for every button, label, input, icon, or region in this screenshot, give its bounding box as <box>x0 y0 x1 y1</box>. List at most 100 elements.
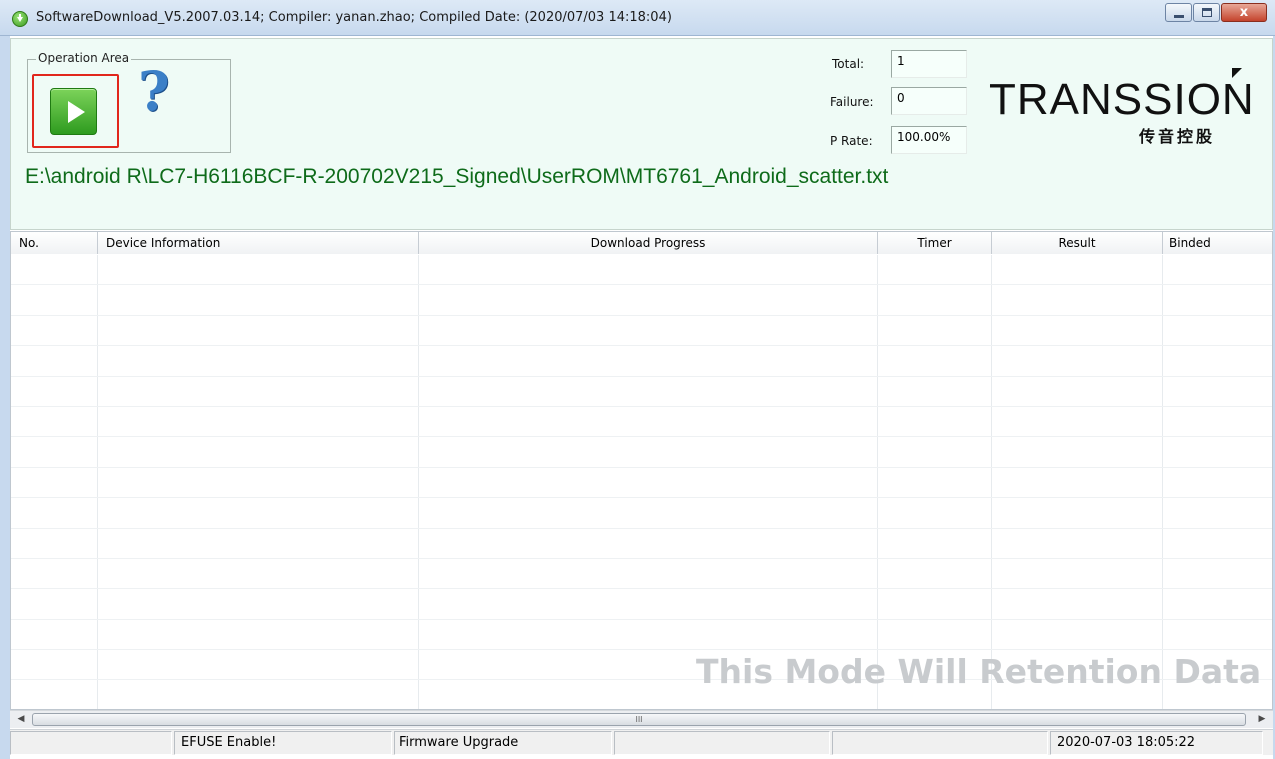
table-cell <box>878 285 992 315</box>
table-cell <box>1163 377 1272 406</box>
table-cell <box>419 255 878 285</box>
table-row[interactable] <box>11 285 1272 316</box>
horizontal-scrollbar[interactable]: ◀ III ▶ <box>10 710 1273 728</box>
table-cell <box>419 346 878 376</box>
table-cell <box>419 376 878 406</box>
column-header-no[interactable]: No. <box>11 232 98 254</box>
table-row[interactable] <box>11 255 1272 286</box>
title-bar[interactable]: SoftwareDownload_V5.2007.03.14; Compiler… <box>0 0 1275 36</box>
table-cell <box>98 619 419 650</box>
minimize-icon <box>1174 15 1184 18</box>
failure-label: Failure: <box>830 95 874 109</box>
table-row[interactable] <box>11 589 1272 620</box>
table-cell <box>992 558 1163 589</box>
table-cell <box>98 255 419 285</box>
table-cell <box>419 315 878 346</box>
table-cell <box>98 285 419 315</box>
table-cell <box>992 315 1163 346</box>
table-cell <box>878 346 992 376</box>
table-row[interactable] <box>11 498 1272 529</box>
total-field[interactable]: 1 <box>891 50 967 78</box>
table-cell <box>878 406 992 437</box>
status-datetime: 2020-07-03 18:05:22 <box>1050 731 1263 755</box>
table-cell <box>992 346 1163 376</box>
play-highlight-frame <box>32 74 119 148</box>
table-row[interactable] <box>11 315 1272 347</box>
table-cell <box>419 619 878 650</box>
table-cell <box>98 680 419 709</box>
table-cell <box>1163 437 1272 466</box>
status-efuse: EFUSE Enable! <box>174 731 392 755</box>
table-row[interactable] <box>11 467 1272 499</box>
table-cell <box>1163 255 1272 284</box>
table-cell <box>98 650 419 680</box>
table-cell <box>878 619 992 650</box>
prate-field[interactable]: 100.00% <box>891 126 967 154</box>
total-label: Total: <box>832 57 865 71</box>
column-header-download-progress[interactable]: Download Progress <box>419 232 878 254</box>
table-cell <box>992 498 1163 528</box>
table-row[interactable] <box>11 346 1272 377</box>
table-cell <box>878 437 992 467</box>
scroll-left-icon[interactable]: ◀ <box>12 711 30 729</box>
mode-watermark: This Mode Will Retention Data <box>696 652 1262 691</box>
table-cell <box>992 437 1163 467</box>
table-cell <box>98 376 419 406</box>
table-cell <box>11 498 98 528</box>
column-header-binded[interactable]: Binded <box>1163 232 1272 254</box>
failure-field[interactable]: 0 <box>891 87 967 115</box>
table-cell <box>419 498 878 528</box>
table-header: No. Device Information Download Progress… <box>11 232 1272 254</box>
table-row[interactable] <box>11 406 1272 438</box>
window-controls: x <box>1164 3 1267 22</box>
table-cell <box>419 437 878 467</box>
status-cell-1 <box>10 731 172 755</box>
table-cell <box>11 346 98 376</box>
table-cell <box>992 406 1163 437</box>
table-cell <box>878 528 992 558</box>
table-cell <box>992 528 1163 558</box>
table-cell <box>1163 559 1272 588</box>
table-cell <box>98 467 419 498</box>
table-cell <box>98 346 419 376</box>
table-cell <box>98 589 419 619</box>
table-body <box>11 255 1272 709</box>
table-cell <box>1163 346 1272 375</box>
device-table[interactable]: No. Device Information Download Progress… <box>10 231 1273 710</box>
scatter-file-path: E:\android R\LC7-H6116BCF-R-200702V215_S… <box>25 165 889 188</box>
operation-area-group: Operation Area ? <box>27 51 231 153</box>
scrollbar-thumb[interactable]: III <box>32 713 1246 726</box>
close-button[interactable]: x <box>1221 3 1267 22</box>
table-cell <box>878 376 992 406</box>
table-cell <box>878 315 992 346</box>
column-header-result[interactable]: Result <box>992 232 1163 254</box>
table-cell <box>11 376 98 406</box>
table-cell <box>11 437 98 467</box>
table-row[interactable] <box>11 558 1272 590</box>
table-cell <box>419 406 878 437</box>
table-row[interactable] <box>11 376 1272 407</box>
table-row[interactable] <box>11 437 1272 468</box>
table-row[interactable] <box>11 619 1272 651</box>
maximize-button[interactable] <box>1193 3 1220 22</box>
column-header-device-information[interactable]: Device Information <box>98 232 419 254</box>
help-icon[interactable]: ? <box>138 64 170 118</box>
status-cell-5 <box>832 731 1048 755</box>
column-header-timer[interactable]: Timer <box>878 232 992 254</box>
table-cell <box>992 285 1163 315</box>
table-row[interactable] <box>11 528 1272 559</box>
status-cell-4 <box>614 731 830 755</box>
table-cell <box>419 558 878 589</box>
table-cell <box>1163 589 1272 618</box>
minimize-button[interactable] <box>1165 3 1192 22</box>
brand-logo-subtitle: 传音控股 <box>1139 127 1216 146</box>
table-cell <box>98 558 419 589</box>
play-icon[interactable] <box>50 88 97 135</box>
table-cell <box>11 650 98 680</box>
scroll-right-icon[interactable]: ▶ <box>1253 711 1271 729</box>
table-cell <box>878 498 992 528</box>
table-cell <box>11 589 98 619</box>
prate-label: P Rate: <box>830 134 873 148</box>
table-cell <box>98 315 419 346</box>
table-cell <box>11 528 98 558</box>
